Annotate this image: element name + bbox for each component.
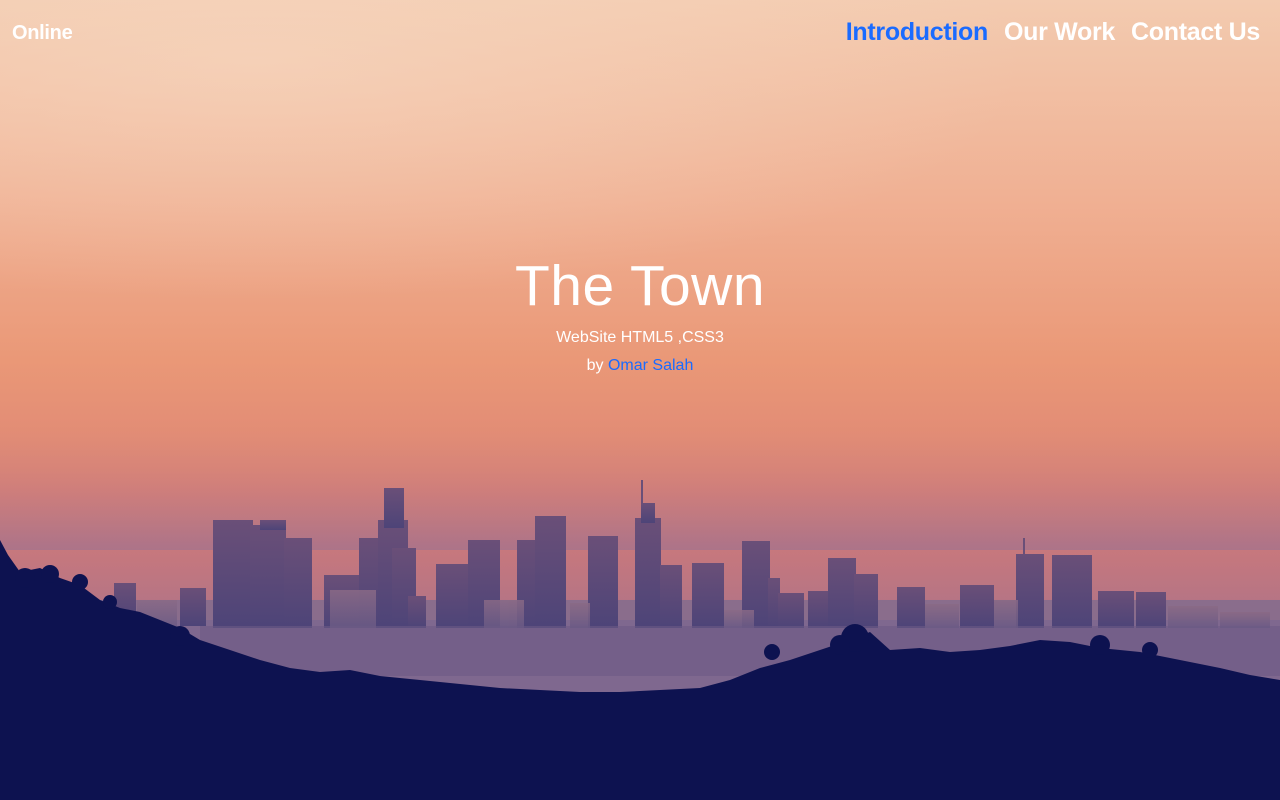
- author-link[interactable]: Omar Salah: [608, 357, 693, 374]
- city-skyline-background-image: [0, 0, 1280, 800]
- nav-link-contact-us[interactable]: Contact Us: [1131, 18, 1260, 47]
- main-nav: Introduction Our Work Contact Us: [846, 18, 1261, 47]
- brand-logo[interactable]: Online: [12, 22, 73, 45]
- nav-link-our-work[interactable]: Our Work: [1004, 18, 1115, 47]
- hero-title: The Town: [514, 254, 766, 318]
- nav-link-introduction[interactable]: Introduction: [846, 18, 989, 47]
- hero-section: Online Introduction Our Work Contact Us …: [0, 0, 1280, 800]
- hero-byline: by Omar Salah: [0, 355, 1280, 377]
- byline-prefix: by: [586, 357, 604, 374]
- hero-content: The Town WebSite HTML5 ,CSS3 by Omar Sal…: [0, 252, 1280, 377]
- hero-subtitle: WebSite HTML5 ,CSS3: [556, 329, 724, 346]
